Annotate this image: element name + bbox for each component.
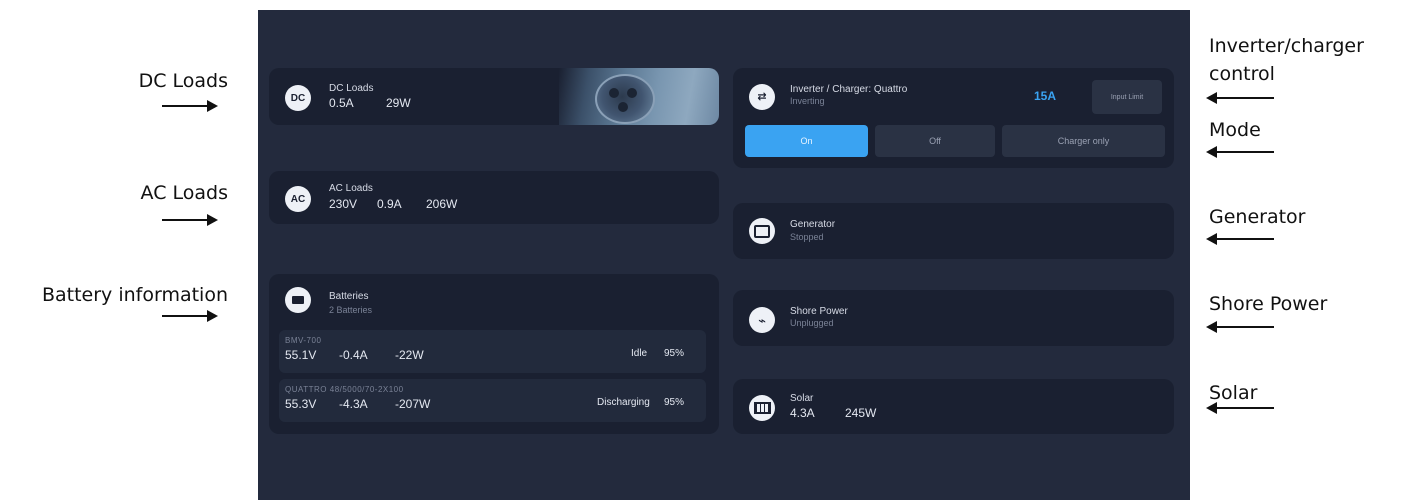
plug-icon: ⌁: [749, 307, 775, 333]
shore-power-status: Unplugged: [790, 318, 834, 328]
batteries-subtitle: 2 Batteries: [329, 305, 373, 315]
ac-loads-voltage: 230V: [329, 197, 358, 211]
ui-screen: DC DC Loads 0.5A 29W AC AC Loads 230V 0.…: [258, 10, 1190, 500]
battery-icon: [285, 287, 311, 313]
solar-title: Solar: [790, 393, 814, 404]
generator-icon: [749, 218, 775, 244]
battery-voltage: 55.3V: [285, 397, 317, 411]
battery-name: BMV-700: [285, 336, 322, 345]
annotation-ac-loads: AC Loads: [140, 182, 228, 204]
dc-socket-image: [559, 68, 719, 125]
solar-card[interactable]: Solar 4.3A 245W: [733, 379, 1174, 434]
battery-row[interactable]: QUATTRO 48/5000/70-2X100 55.3V -4.3A -20…: [279, 379, 706, 422]
mode-off-button[interactable]: Off: [875, 125, 995, 157]
ac-loads-current: 0.9A: [377, 197, 402, 211]
solar-panel-icon: [749, 395, 775, 421]
generator-card[interactable]: Generator Stopped: [733, 203, 1174, 259]
battery-name: QUATTRO 48/5000/70-2X100: [285, 385, 404, 394]
inverter-icon: ⇄: [749, 84, 775, 110]
battery-power: -22W: [395, 348, 424, 362]
annotation-shore-power: Shore Power: [1209, 293, 1328, 315]
battery-state: Discharging: [597, 397, 650, 408]
battery-current: -4.3A: [339, 397, 368, 411]
inverter-card[interactable]: ⇄ Inverter / Charger: Quattro Inverting …: [733, 68, 1174, 168]
arrow-battery-information: [162, 309, 218, 323]
generator-title: Generator: [790, 219, 836, 230]
shore-power-title: Shore Power: [790, 306, 848, 317]
ac-icon: AC: [285, 186, 311, 212]
annotation-mode: Mode: [1209, 119, 1261, 141]
battery-row[interactable]: BMV-700 55.1V -0.4A -22W Idle 95%: [279, 330, 706, 373]
annotation-inverter-line1: Inverter/charger: [1209, 35, 1364, 57]
dc-loads-title: DC Loads: [329, 83, 374, 94]
batteries-card[interactable]: Batteries 2 Batteries BMV-700 55.1V -0.4…: [269, 274, 719, 434]
batteries-title: Batteries: [329, 291, 369, 302]
inverter-title: Inverter / Charger: Quattro: [790, 84, 908, 95]
battery-state: Idle: [631, 348, 648, 359]
arrow-inverter: [1206, 91, 1274, 105]
mode-charger-only-button[interactable]: Charger only: [1002, 125, 1165, 157]
arrow-shore-power: [1206, 320, 1274, 334]
input-limit-button[interactable]: Input Limit: [1092, 80, 1162, 114]
dc-loads-card[interactable]: DC DC Loads 0.5A 29W: [269, 68, 719, 125]
arrow-generator: [1206, 232, 1274, 246]
ac-loads-title: AC Loads: [329, 183, 373, 194]
annotation-inverter-line2: control: [1209, 63, 1275, 85]
arrow-mode: [1206, 145, 1274, 159]
generator-status: Stopped: [790, 232, 824, 242]
annotation-battery-information: Battery information: [41, 284, 228, 306]
input-limit-value: 15A: [1034, 89, 1057, 103]
solar-power: 245W: [845, 406, 877, 420]
battery-soc: 95%: [664, 348, 685, 359]
arrow-ac-loads: [162, 213, 218, 227]
ac-loads-card[interactable]: AC AC Loads 230V 0.9A 206W: [269, 171, 719, 224]
battery-voltage: 55.1V: [285, 348, 317, 362]
annotation-dc-loads: DC Loads: [138, 70, 228, 92]
dc-loads-current: 0.5A: [329, 96, 354, 110]
solar-current: 4.3A: [790, 406, 815, 420]
inverter-status: Inverting: [790, 96, 825, 106]
arrow-solar: [1206, 401, 1274, 415]
battery-power: -207W: [395, 397, 431, 411]
ac-loads-power: 206W: [426, 197, 458, 211]
dc-loads-power: 29W: [386, 96, 411, 110]
dc-icon: DC: [285, 85, 311, 111]
mode-on-button[interactable]: On: [745, 125, 868, 157]
arrow-dc-loads: [162, 99, 218, 113]
battery-soc: 95%: [664, 397, 685, 408]
annotation-generator: Generator: [1209, 206, 1306, 228]
battery-current: -0.4A: [339, 348, 368, 362]
shore-power-card[interactable]: ⌁ Shore Power Unplugged: [733, 290, 1174, 346]
